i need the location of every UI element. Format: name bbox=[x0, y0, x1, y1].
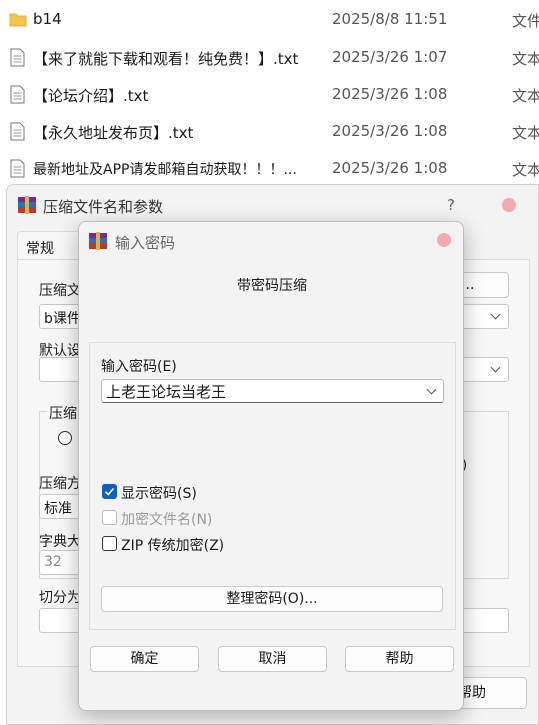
password-ok-label: 确定 bbox=[130, 651, 159, 667]
file-row[interactable]: 最新地址及APP请发邮箱自动获取！！！... 2025/3/26 1:08 文本 bbox=[0, 150, 539, 187]
password-cancel-button[interactable]: 取消 bbox=[218, 646, 327, 672]
dict-size-label: 字典大 bbox=[39, 534, 81, 550]
organize-passwords-label: 整理密码(O)... bbox=[226, 591, 318, 607]
show-password-label: 显示密码(S) bbox=[121, 486, 197, 502]
close-icon[interactable] bbox=[502, 198, 516, 212]
file-date: 2025/3/26 1:07 bbox=[332, 48, 448, 66]
winrar-icon bbox=[89, 232, 107, 250]
password-combo[interactable]: 上老王论坛当老王 bbox=[101, 379, 444, 403]
compress-method-value: 标准 bbox=[44, 501, 72, 517]
file-name: b14 bbox=[33, 10, 62, 28]
format-radio[interactable] bbox=[58, 431, 72, 445]
encrypt-filenames-label: 加密文件名(N) bbox=[121, 512, 213, 528]
zip-legacy-checkbox[interactable] bbox=[102, 536, 117, 551]
file-date: 2025/8/8 11:51 bbox=[332, 10, 448, 28]
file-name: 【永久地址发布页】.txt bbox=[33, 124, 194, 142]
file-row[interactable]: 【永久地址发布页】.txt 2025/3/26 1:08 文本 bbox=[0, 113, 539, 150]
dict-size-value: 32 bbox=[44, 554, 62, 570]
file-type: 文本 bbox=[512, 124, 539, 142]
file-type: 文本 bbox=[512, 87, 539, 105]
text-file-icon bbox=[10, 85, 25, 104]
password-help-button[interactable]: 帮助 bbox=[345, 646, 454, 672]
text-file-icon bbox=[10, 122, 25, 141]
archive-name-label: 压缩文 bbox=[39, 283, 81, 299]
chevron-down-icon bbox=[426, 384, 437, 395]
help-icon[interactable]: ? bbox=[447, 196, 455, 214]
encrypt-filenames-checkbox[interactable] bbox=[102, 510, 117, 525]
password-cancel-label: 取消 bbox=[258, 651, 287, 667]
password-label: 输入密码(E) bbox=[101, 359, 177, 375]
file-date: 2025/3/26 1:08 bbox=[332, 85, 448, 103]
compress-method-label: 压缩方 bbox=[39, 476, 81, 492]
file-name: 最新地址及APP请发邮箱自动获取！！！... bbox=[33, 162, 297, 178]
archive-name-value: b课件 bbox=[44, 311, 81, 327]
file-name: 【论坛介绍】.txt bbox=[33, 87, 149, 105]
zip-legacy-label: ZIP 传统加密(Z) bbox=[121, 538, 225, 554]
folder-icon bbox=[9, 13, 27, 27]
text-file-icon bbox=[10, 159, 25, 178]
file-type: 文件 bbox=[512, 12, 539, 30]
close-icon[interactable] bbox=[437, 233, 451, 247]
file-date: 2025/3/26 1:08 bbox=[332, 122, 448, 140]
winrar-icon bbox=[18, 196, 36, 214]
format-group-label: 压缩 bbox=[47, 403, 79, 423]
chevron-down-icon bbox=[490, 362, 501, 373]
file-type: 文本 bbox=[512, 161, 539, 179]
file-row[interactable]: 【论坛介绍】.txt 2025/3/26 1:08 文本 bbox=[0, 76, 539, 113]
text-file-icon bbox=[10, 48, 25, 67]
file-row-folder[interactable]: b14 2025/8/8 11:51 文件 bbox=[0, 1, 539, 38]
password-help-label: 帮助 bbox=[385, 651, 414, 667]
checkmark-icon bbox=[104, 487, 115, 496]
dialog-title: 压缩文件名和参数 bbox=[43, 198, 164, 216]
tab-general-label: 常规 bbox=[26, 241, 54, 257]
password-dialog: 输入密码 带密码压缩 输入密码(E) 上老王论坛当老王 显示密码(S) 加密文件… bbox=[78, 221, 464, 711]
dialog-title: 输入密码 bbox=[115, 234, 176, 252]
split-label: 切分为 bbox=[39, 590, 81, 606]
password-ok-button[interactable]: 确定 bbox=[90, 646, 199, 672]
tab-general[interactable]: 常规 bbox=[17, 231, 81, 260]
chevron-down-icon bbox=[490, 309, 501, 320]
dialog-heading: 带密码压缩 bbox=[237, 278, 307, 294]
password-value: 上老王论坛当老王 bbox=[106, 383, 227, 401]
show-password-checkbox[interactable] bbox=[102, 484, 117, 499]
file-name: 【来了就能下载和观看！纯免费！】.txt bbox=[33, 50, 299, 68]
file-type: 文本 bbox=[512, 50, 539, 68]
file-row[interactable]: 【来了就能下载和观看！纯免费！】.txt 2025/3/26 1:07 文本 bbox=[0, 39, 539, 76]
file-date: 2025/3/26 1:08 bbox=[332, 159, 448, 177]
organize-passwords-button[interactable]: 整理密码(O)... bbox=[101, 586, 443, 612]
password-group: 输入密码(E) 上老王论坛当老王 显示密码(S) 加密文件名(N) ZIP 传统… bbox=[89, 342, 456, 630]
